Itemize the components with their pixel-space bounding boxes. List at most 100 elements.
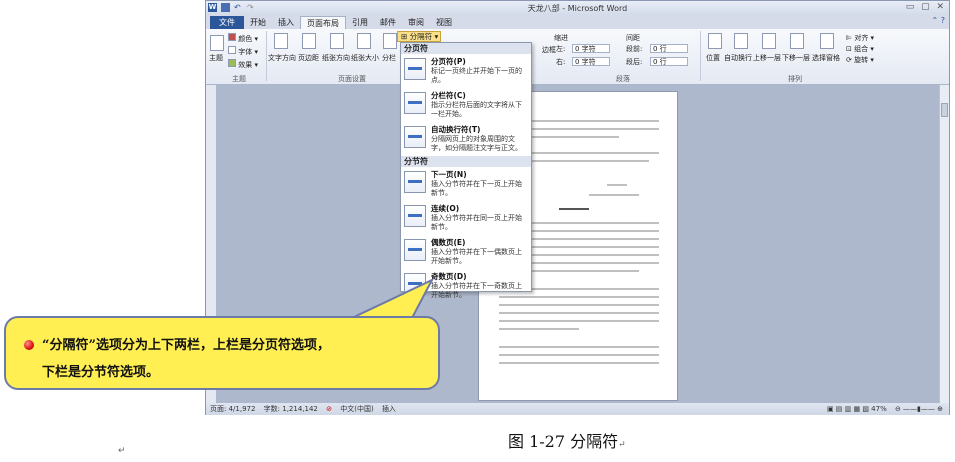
column-break-icon <box>404 92 426 114</box>
columns-label: 分栏 <box>382 54 396 62</box>
fonts-button[interactable]: 字体 ▾ <box>228 46 258 57</box>
scrollbar-thumb[interactable] <box>941 103 948 117</box>
spacing-label: 间距 <box>626 34 640 42</box>
status-language[interactable]: 中文(中国) <box>340 405 373 413</box>
align-button[interactable]: ⊫ 对齐 ▾ <box>846 33 874 43</box>
size-icon <box>357 33 371 49</box>
send-backward-button[interactable] <box>790 33 804 51</box>
themes-label: 主题 <box>209 54 223 62</box>
paragraph-mark-icon: ↵ <box>118 446 126 456</box>
status-mode[interactable]: 插入 <box>382 405 396 413</box>
position-label: 位置 <box>706 54 720 62</box>
bring-forward-label: 上移一层 <box>753 54 781 62</box>
ribbon-tabs: 文件 开始 插入 页面布局 引用 邮件 审阅 视图 <box>206 15 949 29</box>
orientation-icon <box>330 33 344 49</box>
menu-item-title: 分页符(P) <box>431 57 466 66</box>
tab-home[interactable]: 开始 <box>244 16 272 29</box>
menu-item-title: 连续(O) <box>431 204 460 213</box>
themes-button[interactable] <box>210 35 224 53</box>
help-icon[interactable]: ⌃ ? <box>932 16 946 25</box>
themes-icon <box>210 35 224 51</box>
wrap-text-label: 自动换行 <box>724 54 752 62</box>
menu-item-next-page[interactable]: 下一页(N) 插入分节符并在下一页上开始新节。 <box>401 167 531 201</box>
margins-button[interactable] <box>302 33 316 51</box>
callout-box: “分隔符”选项分为上下两栏，上栏是分页符选项， 下栏是分节符选项。 <box>4 316 440 390</box>
effects-icon <box>228 59 236 67</box>
menu-item-desc: 分隔网页上的对象周围的文字，如分隔题注文字与正文。 <box>431 135 522 152</box>
menu-item-title: 分栏符(C) <box>431 91 466 100</box>
size-label: 纸张大小 <box>351 54 379 62</box>
size-button[interactable] <box>357 33 371 51</box>
margins-label: 页边距 <box>298 54 319 62</box>
colors-button[interactable]: 颜色 ▾ <box>228 33 258 44</box>
orientation-label: 纸张方向 <box>322 54 350 62</box>
indent-left-label: 左: <box>556 45 566 53</box>
theme-group-label: 主题 <box>232 75 246 83</box>
spacing-before-input[interactable]: 0 行 <box>650 44 688 53</box>
spacing-after-input[interactable]: 0 行 <box>650 57 688 66</box>
menu-item-continuous[interactable]: 连续(O) 插入分节符并在同一页上开始新节。 <box>401 201 531 235</box>
position-button[interactable] <box>708 33 722 51</box>
window-controls[interactable]: ▭ ▢ ✕ <box>906 2 946 12</box>
orientation-button[interactable] <box>330 33 344 51</box>
menu-item-desc: 插入分节符并在下一奇数页上开始新节。 <box>431 282 522 299</box>
zoom-level[interactable]: 47% <box>871 405 887 413</box>
page-breaks-header: 分页符 <box>401 43 531 54</box>
bring-forward-button[interactable] <box>762 33 776 51</box>
page-setup-group-label: 页面设置 <box>338 75 366 83</box>
indent-right-input[interactable]: 0 字符 <box>572 57 610 66</box>
text-direction-button[interactable] <box>274 33 288 51</box>
tab-page-layout[interactable]: 页面布局 <box>300 16 346 29</box>
window-title: 天龙八部 - Microsoft Word <box>527 4 628 13</box>
paragraph-group-label: 段落 <box>616 75 630 83</box>
group-label: 组合 <box>854 45 869 53</box>
vertical-scrollbar[interactable] <box>939 85 949 403</box>
callout-pointer <box>352 278 435 320</box>
menu-item-text-wrapping-break[interactable]: 自动换行符(T) 分隔网页上的对象周围的文字，如分隔题注文字与正文。 <box>401 122 531 156</box>
menu-item-desc: 标记一页终止并开始下一页的点。 <box>431 67 522 84</box>
menu-item-desc: 插入分节符并在下一偶数页上开始新节。 <box>431 248 522 265</box>
fonts-label: 字体 <box>238 48 253 56</box>
menu-item-title: 自动换行符(T) <box>431 125 481 134</box>
callout-line-1: “分隔符”选项分为上下两栏，上栏是分页符选项， <box>42 338 330 353</box>
text-direction-icon <box>274 33 288 49</box>
status-page[interactable]: 页面: 4/1,972 <box>210 405 255 413</box>
selection-pane-button[interactable] <box>820 33 834 51</box>
spacing-after-label: 段后: <box>626 58 643 66</box>
status-words[interactable]: 字数: 1,214,142 <box>264 405 318 413</box>
breaks-label: 分隔符 <box>409 32 433 41</box>
wrap-text-button[interactable] <box>734 33 748 51</box>
colors-label: 颜色 <box>238 35 253 43</box>
effects-label: 效果 <box>238 61 253 69</box>
tab-file[interactable]: 文件 <box>210 16 244 29</box>
rotate-label: 旋转 <box>854 56 869 64</box>
send-backward-label: 下移一层 <box>782 54 810 62</box>
text-direction-label: 文字方向 <box>268 54 296 62</box>
page-break-icon <box>404 58 426 80</box>
proofing-icon[interactable]: ⊘ <box>326 405 332 413</box>
tab-mailings[interactable]: 邮件 <box>374 16 402 29</box>
zoom-control[interactable]: ▣ ▤ ▥ ▦ ▧ 47% ⊖ ——▮—— ⊕ <box>827 403 943 415</box>
menu-item-desc: 插入分节符并在同一页上开始新节。 <box>431 214 522 231</box>
columns-button[interactable] <box>383 33 397 51</box>
figure-caption: 图 1-27 分隔符↵ <box>508 428 626 452</box>
menu-item-title: 奇数页(D) <box>431 272 467 281</box>
breaks-dropdown-menu: 分页符 分页符(P) 标记一页终止并开始下一页的点。 分栏符(C) 指示分栏符后… <box>400 42 532 299</box>
effects-button[interactable]: 效果 ▾ <box>228 59 258 70</box>
tab-insert[interactable]: 插入 <box>272 16 300 29</box>
menu-item-even-page[interactable]: 偶数页(E) 插入分节符并在下一偶数页上开始新节。 <box>401 235 531 269</box>
group-button[interactable]: ⊡ 组合 ▾ <box>846 44 874 54</box>
arrange-group-label: 排列 <box>788 75 802 83</box>
menu-item-desc: 指示分栏符后面的文字将从下一栏开始。 <box>431 101 522 118</box>
breaks-button[interactable]: ⊞ 分隔符 ▾ <box>397 31 441 42</box>
align-label: 对齐 <box>854 34 869 42</box>
tab-references[interactable]: 引用 <box>346 16 374 29</box>
menu-item-title: 下一页(N) <box>431 170 467 179</box>
tab-review[interactable]: 审阅 <box>402 16 430 29</box>
indent-left-input[interactable]: 0 字符 <box>572 44 610 53</box>
menu-item-page-break[interactable]: 分页符(P) 标记一页终止并开始下一页的点。 <box>401 54 531 88</box>
send-backward-icon <box>790 33 804 49</box>
tab-view[interactable]: 视图 <box>430 16 458 29</box>
menu-item-column-break[interactable]: 分栏符(C) 指示分栏符后面的文字将从下一栏开始。 <box>401 88 531 122</box>
rotate-button[interactable]: ⟳ 旋转 ▾ <box>846 55 874 65</box>
